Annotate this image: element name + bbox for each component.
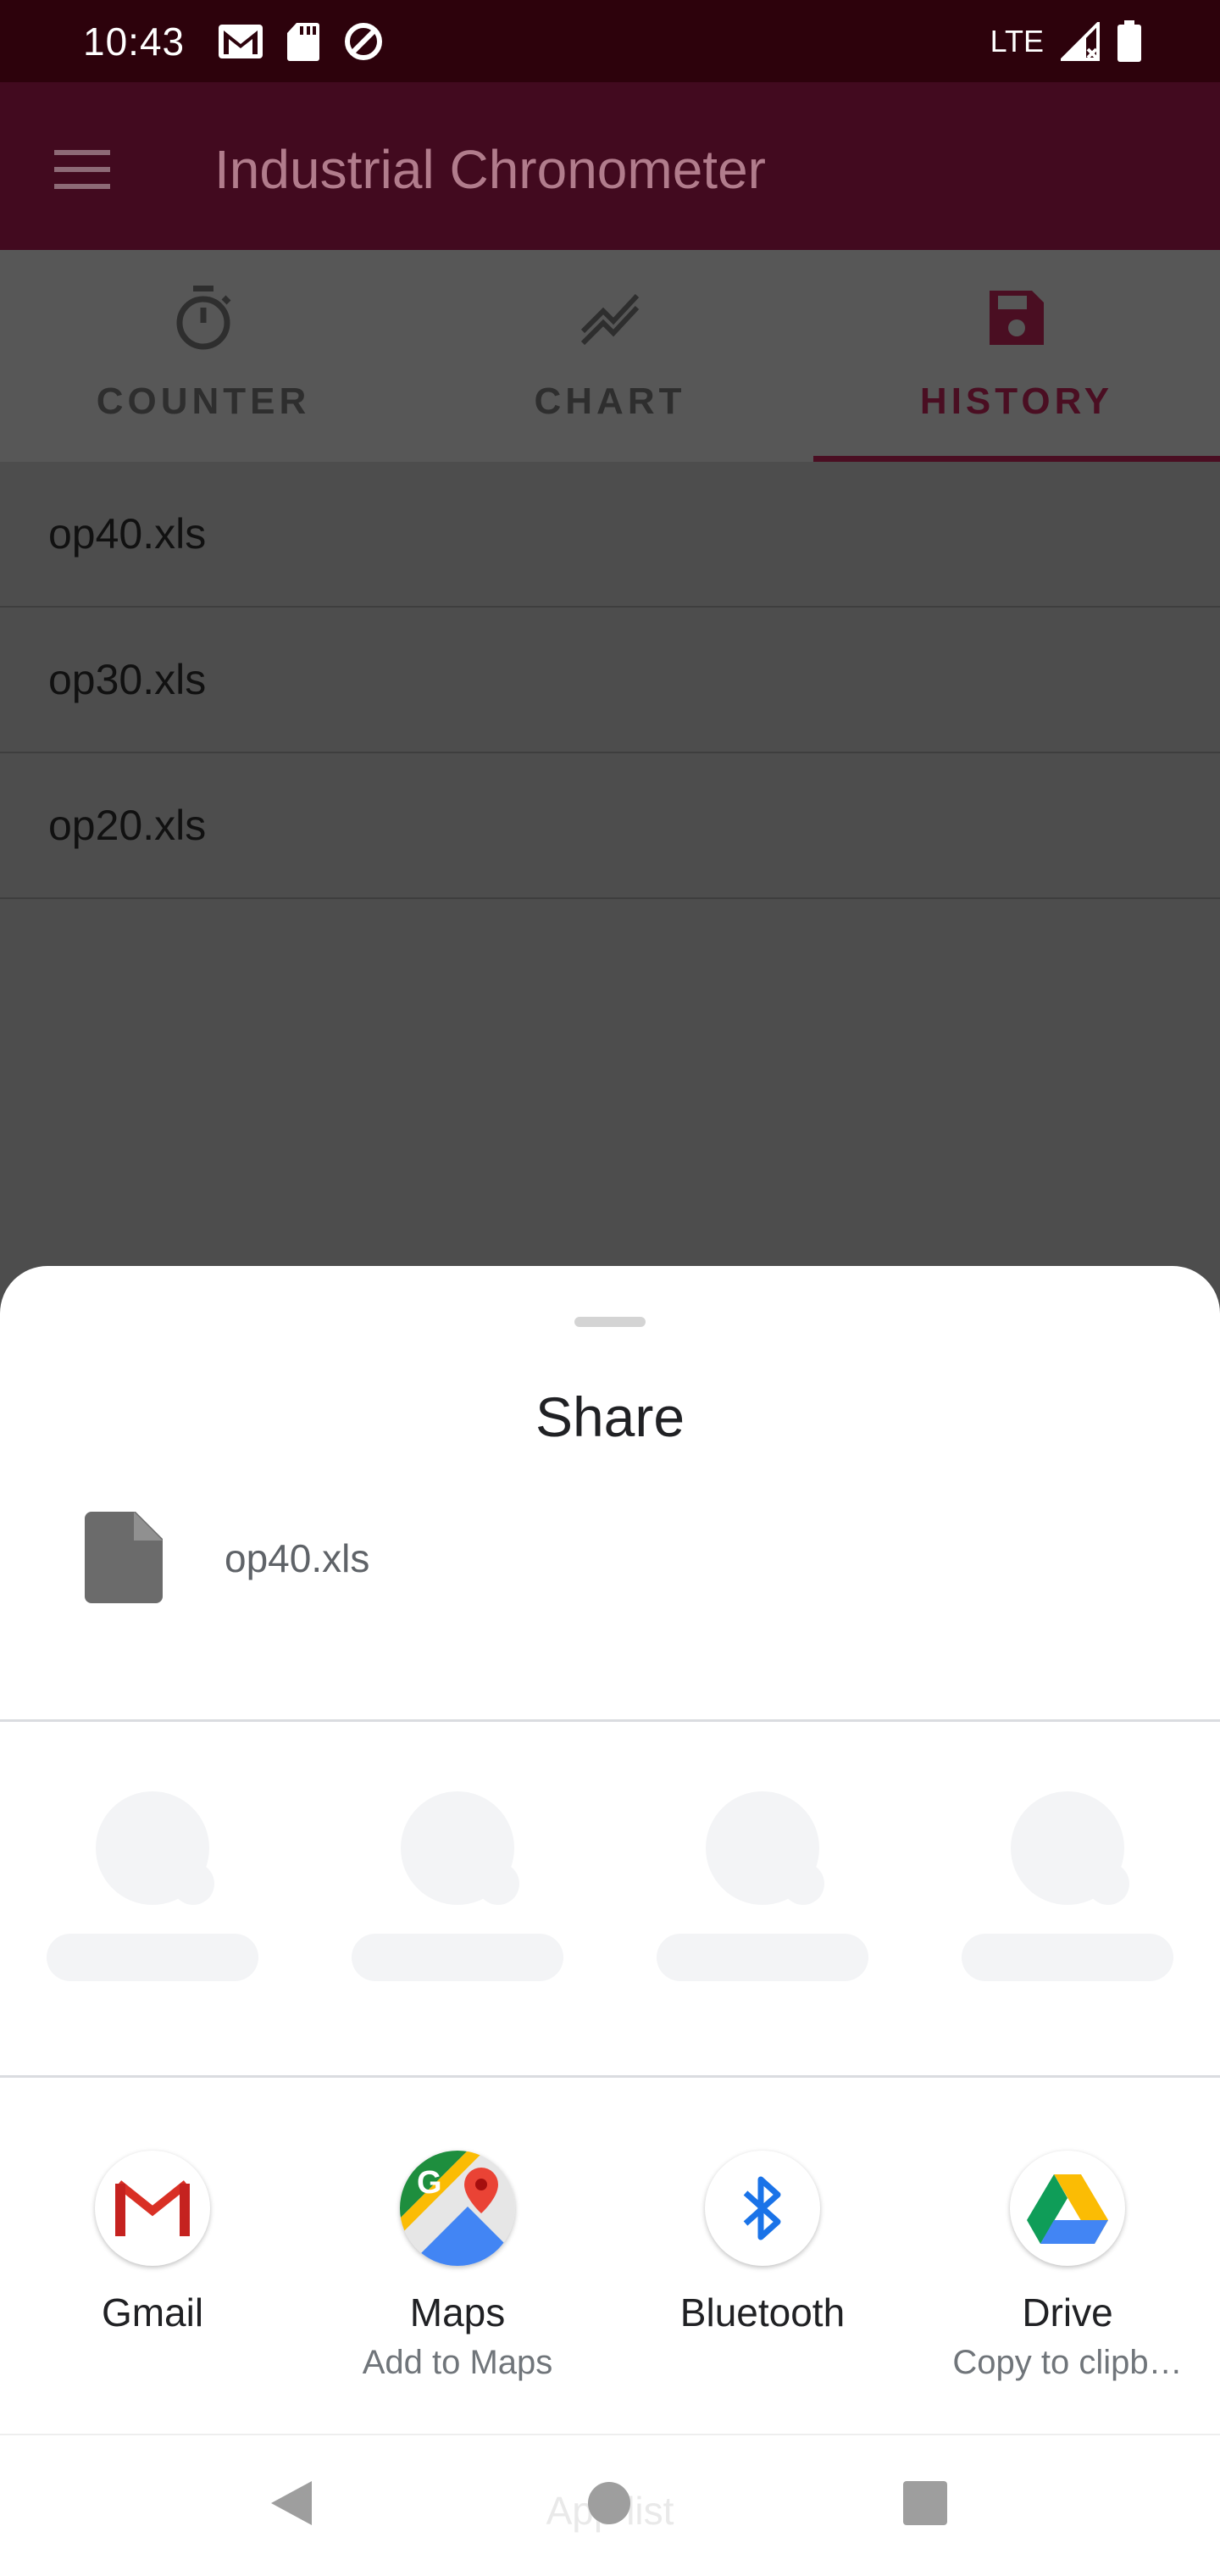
- placeholder-label: [47, 1934, 258, 1981]
- placeholder-label: [657, 1934, 868, 1981]
- tab-label: CHART: [534, 380, 686, 422]
- sd-card-icon: [287, 23, 319, 61]
- tab-label: COUNTER: [96, 380, 311, 422]
- placeholder-label: [962, 1934, 1173, 1981]
- home-icon[interactable]: [588, 2482, 630, 2524]
- tab-history[interactable]: HISTORY: [813, 250, 1220, 462]
- placeholder-avatar: [706, 1791, 824, 1905]
- app-name: Maps: [409, 2290, 506, 2334]
- bluetooth-icon: [705, 2151, 820, 2266]
- status-time: 10:43: [83, 19, 186, 64]
- share-title: Share: [535, 1385, 685, 1448]
- tab-chart[interactable]: CHART: [407, 250, 813, 462]
- status-icons-right: LTE: [990, 20, 1142, 63]
- shared-file-name: op40.xls: [225, 1536, 370, 1580]
- share-sheet: Share op40.xls Gmail G Maps Add to Maps …: [0, 1266, 1220, 2576]
- chart-icon: [580, 293, 640, 346]
- app-name: Drive: [1022, 2290, 1113, 2334]
- list-item[interactable]: op20.xls: [0, 753, 1220, 899]
- gmail-icon: [95, 2151, 210, 2266]
- share-target-drive[interactable]: Drive Copy to clipb…: [928, 2151, 1207, 2382]
- app-name: Gmail: [101, 2290, 204, 2334]
- tab-counter[interactable]: COUNTER: [0, 250, 407, 462]
- placeholder-avatar: [1011, 1791, 1129, 1905]
- divider: [0, 1719, 1220, 1722]
- status-bar: 10:43 LTE: [0, 0, 1220, 82]
- tab-label: HISTORY: [919, 380, 1114, 422]
- maps-icon: G: [400, 2151, 515, 2266]
- share-target-maps[interactable]: G Maps Add to Maps: [318, 2151, 597, 2382]
- recents-icon[interactable]: [903, 2481, 947, 2525]
- timer-icon: [176, 286, 231, 350]
- app-bar: Industrial Chronometer: [0, 82, 1220, 250]
- app-name: Bluetooth: [679, 2290, 846, 2334]
- placeholder-label: [352, 1934, 563, 1981]
- placeholder-avatar: [401, 1791, 519, 1905]
- share-target-gmail[interactable]: Gmail: [13, 2151, 292, 2335]
- list-item[interactable]: op30.xls: [0, 608, 1220, 753]
- app-title: Industrial Chronometer: [214, 139, 766, 200]
- tab-bar: COUNTER CHART HISTORY: [0, 250, 1220, 462]
- data-saver-icon: [345, 23, 382, 60]
- network-type: LTE: [990, 24, 1044, 58]
- save-icon: [990, 291, 1044, 345]
- list-item[interactable]: op40.xls: [0, 462, 1220, 608]
- history-file-list: op40.xls op30.xls op20.xls: [0, 462, 1220, 899]
- menu-icon[interactable]: [49, 145, 117, 196]
- file-icon: [85, 1512, 163, 1603]
- signal-icon: [1061, 22, 1100, 61]
- drag-handle[interactable]: [574, 1317, 646, 1327]
- status-icons-left: [217, 20, 385, 63]
- app-subtitle: Copy to clipb…: [952, 2344, 1183, 2381]
- navigation-bar: App list: [0, 2434, 1220, 2576]
- share-target-bluetooth[interactable]: Bluetooth: [623, 2151, 902, 2335]
- gmail-notification-icon: [219, 25, 263, 58]
- svg-text:G: G: [417, 2165, 442, 2201]
- back-icon[interactable]: [268, 2478, 315, 2529]
- active-tab-indicator: [813, 456, 1220, 462]
- divider: [0, 2075, 1220, 2078]
- drive-icon: [1010, 2151, 1125, 2266]
- battery-icon: [1117, 20, 1141, 62]
- placeholder-avatar: [96, 1791, 214, 1905]
- app-subtitle: Add to Maps: [362, 2344, 553, 2381]
